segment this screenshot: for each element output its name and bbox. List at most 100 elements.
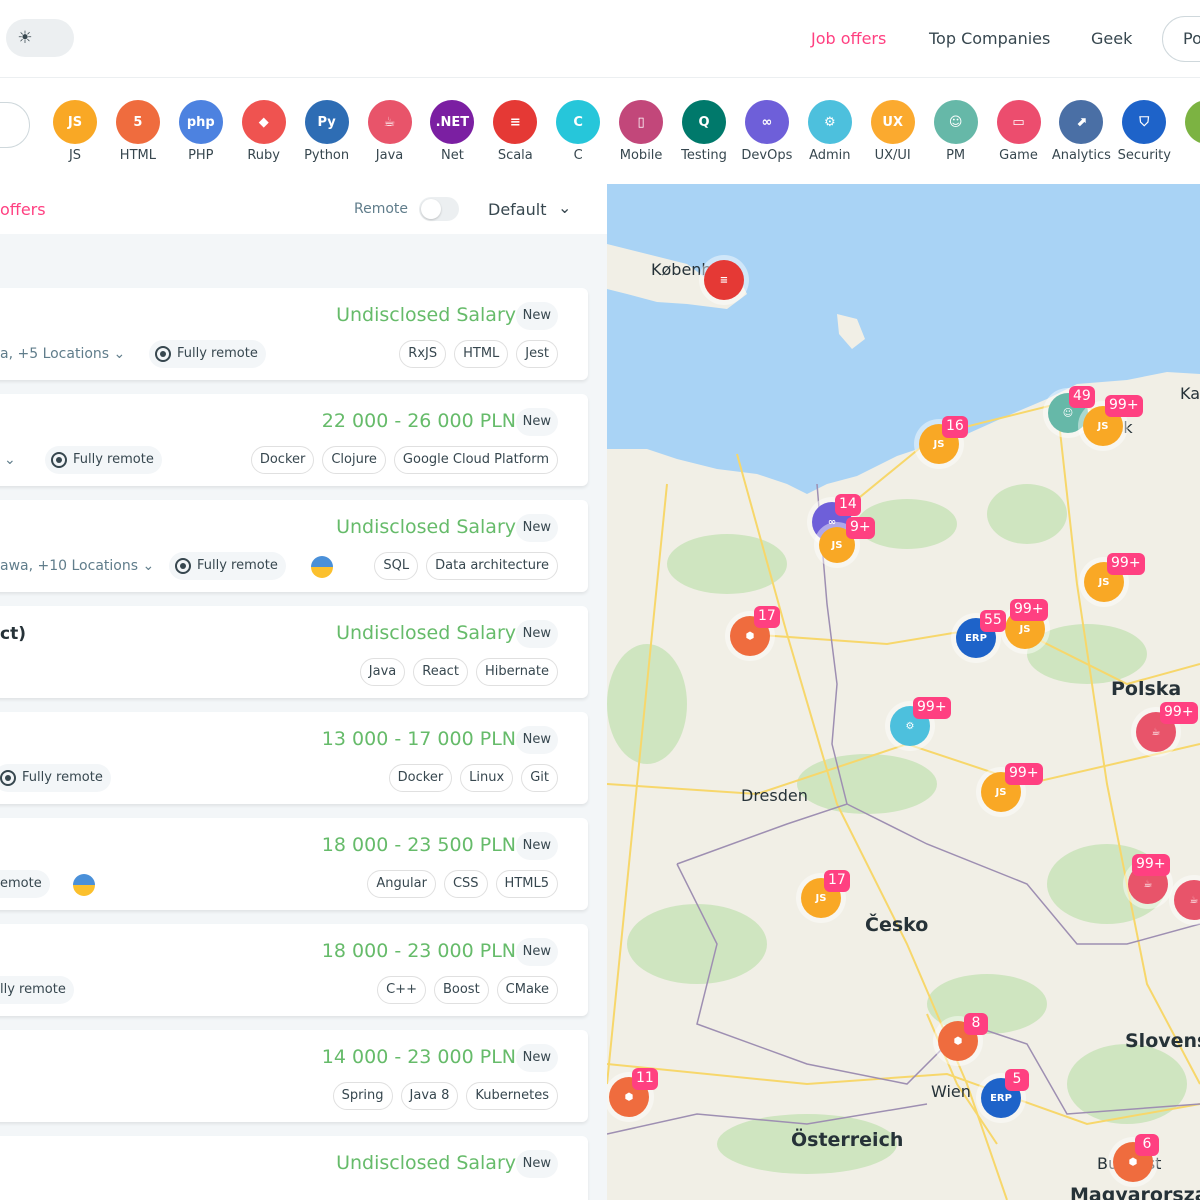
category-icon: php xyxy=(178,100,223,144)
offer-card[interactable]: 18 000 - 23 500 PLN New emote Angular CS… xyxy=(0,818,588,910)
remote-toggle[interactable] xyxy=(419,197,459,221)
map-city-label: Dresden xyxy=(741,786,808,805)
top-header: ☀ Job offers Top Companies Geek Po xyxy=(0,0,1200,78)
nav-top-companies[interactable]: Top Companies xyxy=(929,29,1050,48)
offer-tags: SQL Data architecture xyxy=(374,552,558,580)
new-badge: New xyxy=(515,1044,558,1072)
offer-card[interactable]: 18 000 - 23 000 PLN New lly remote C++ B… xyxy=(0,924,588,1016)
category-icon: ⚙ xyxy=(807,100,852,144)
map-marker-scala[interactable]: ≡ xyxy=(704,260,744,300)
new-badge: New xyxy=(515,302,558,330)
offer-card[interactable]: ct) Undisclosed Salary New Java React Hi… xyxy=(0,606,588,698)
post-job-button[interactable]: Po xyxy=(1162,16,1200,62)
new-badge: New xyxy=(515,726,558,754)
skill-tag: Boost xyxy=(433,976,489,1004)
new-badge: New xyxy=(515,408,558,436)
offer-tags: Angular CSS HTML5 xyxy=(367,870,558,898)
cluster-count: 99+ xyxy=(1107,553,1145,575)
nav-geek[interactable]: Geek xyxy=(1091,29,1132,48)
new-badge: New xyxy=(515,1150,558,1178)
skill-tag: SQL xyxy=(374,552,419,580)
map-country-label: Magyarorszá xyxy=(1070,1184,1200,1200)
category-icon: Py xyxy=(304,100,349,144)
offer-salary: 13 000 - 17 000 PLN xyxy=(321,728,516,750)
category-label: D xyxy=(1170,148,1200,163)
category-d[interactable]: ≡D xyxy=(1170,100,1200,163)
map-country-label: Polska xyxy=(1111,678,1182,700)
map-country-label: Slovens xyxy=(1125,1030,1200,1052)
offer-location[interactable]: awa, +10 Locations ⌄ xyxy=(0,558,154,574)
chevron-down-icon: ⌄ xyxy=(142,558,155,574)
cluster-count: 5 xyxy=(1005,1069,1029,1091)
map-country-label: Österreich xyxy=(791,1129,904,1151)
new-badge: New xyxy=(515,938,558,966)
cluster-count: 99+ xyxy=(1005,763,1043,785)
offer-tags: Docker Clojure Google Cloud Platform xyxy=(250,446,558,474)
category-icon: .NET xyxy=(430,100,475,144)
cluster-count: 17 xyxy=(824,870,850,892)
offer-salary: Undisclosed Salary xyxy=(336,622,516,644)
tab-offers[interactable]: offers xyxy=(0,200,46,219)
sort-select[interactable]: Default xyxy=(488,200,546,219)
remote-icon xyxy=(155,346,171,362)
offer-salary: Undisclosed Salary xyxy=(336,304,516,326)
chevron-down-icon[interactable]: ⌄ xyxy=(558,198,571,217)
cluster-count: 99+ xyxy=(913,697,951,719)
sun-icon: ☀ xyxy=(9,22,41,54)
cluster-count: 6 xyxy=(1135,1134,1159,1156)
offer-salary: Undisclosed Salary xyxy=(336,1152,516,1174)
ukraine-flag-icon xyxy=(73,874,95,896)
offer-card[interactable]: 22 000 - 26 000 PLN New ⌄ Fully remote D… xyxy=(0,394,588,486)
jobs-map[interactable]: Københ Dresden Wien Bu est Ka K sk Polsk… xyxy=(607,184,1200,1200)
new-badge: New xyxy=(515,514,558,542)
chevron-down-icon: ⌄ xyxy=(113,346,126,362)
theme-toggle[interactable]: ☀ xyxy=(6,19,74,57)
skill-tag: Clojure xyxy=(322,446,386,474)
skill-tag: HTML xyxy=(454,340,509,368)
offer-card[interactable]: 14 000 - 23 000 PLN New Spring Java 8 Ku… xyxy=(0,1030,588,1122)
category-icon: ◆ xyxy=(241,100,286,144)
cluster-count: 17 xyxy=(754,606,780,628)
offer-card[interactable]: Undisclosed Salary New xyxy=(0,1136,588,1200)
skill-tag: Google Cloud Platform xyxy=(393,446,558,474)
skill-tag: CSS xyxy=(443,870,488,898)
category-icon: JS xyxy=(53,100,97,144)
offer-location[interactable]: a, +5 Locations ⌄ xyxy=(0,346,125,362)
category-icon: ≡ xyxy=(1185,100,1200,144)
cluster-count: 99+ xyxy=(1010,599,1048,621)
offer-title: ct) xyxy=(0,624,26,644)
skill-tag: Angular xyxy=(367,870,436,898)
remote-badge: lly remote xyxy=(0,976,74,1004)
category-icon: ⛉ xyxy=(1122,100,1167,144)
category-icon: ≡ xyxy=(493,100,538,144)
category-icon: ▭ xyxy=(996,100,1041,144)
map-city-label: Københ xyxy=(651,260,712,279)
skill-tag: Linux xyxy=(460,764,514,792)
skill-tag: Jest xyxy=(516,340,558,368)
category-icon: C xyxy=(556,100,601,144)
offer-card[interactable]: 13 000 - 17 000 PLN New Fully remote Doc… xyxy=(0,712,588,804)
remote-badge: Fully remote xyxy=(45,446,162,474)
cluster-count: 99+ xyxy=(1160,702,1198,724)
offer-tags: C++ Boost CMake xyxy=(377,976,558,1004)
skill-tag: Spring xyxy=(332,1082,393,1110)
nav-job-offers[interactable]: Job offers xyxy=(811,29,886,48)
skill-tag: Docker xyxy=(388,764,453,792)
offer-salary: 14 000 - 23 000 PLN xyxy=(321,1046,516,1068)
offer-salary: 18 000 - 23 500 PLN xyxy=(321,834,516,856)
offer-card[interactable]: Undisclosed Salary New awa, +10 Location… xyxy=(0,500,588,592)
skill-tag: Java xyxy=(359,658,406,686)
category-icon: ☺ xyxy=(933,100,978,144)
chevron-down-icon[interactable]: ⌄ xyxy=(4,452,16,468)
remote-icon xyxy=(51,452,67,468)
category-icon: ∞ xyxy=(744,100,789,144)
all-categories-button[interactable] xyxy=(0,102,30,148)
cluster-count: 55 xyxy=(980,610,1006,632)
remote-badge: Fully remote xyxy=(0,764,111,792)
map-city-label: Ka xyxy=(1180,384,1200,403)
offer-card[interactable]: Undisclosed Salary New a, +5 Locations ⌄… xyxy=(0,288,588,380)
new-badge: New xyxy=(515,832,558,860)
cluster-count: 16 xyxy=(942,416,968,438)
offer-tags: Java React Hibernate xyxy=(359,658,558,686)
cluster-count: 49 xyxy=(1069,386,1095,408)
